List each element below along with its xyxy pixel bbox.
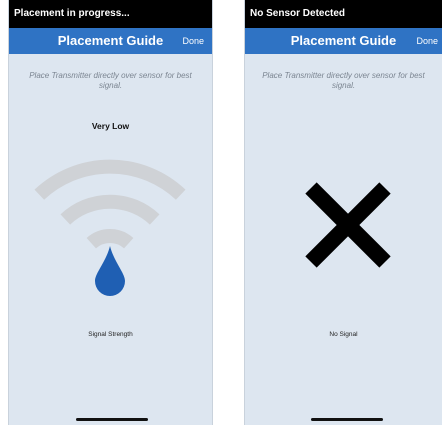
- instruction-text: Place Transmitter directly over sensor f…: [262, 71, 425, 90]
- done-button[interactable]: Done: [182, 28, 204, 54]
- x-mark-icon: [305, 182, 391, 268]
- status-text: No Sensor Detected: [250, 8, 346, 19]
- nav-title: Placement Guide: [290, 33, 397, 48]
- done-button[interactable]: Done: [416, 28, 438, 54]
- home-indicator: [76, 418, 148, 421]
- wifi-signal-with-drop-icon: [34, 159, 186, 296]
- status-bar: Placement in progress...: [9, 0, 212, 28]
- signal-level-label: Very Low: [91, 121, 130, 131]
- drop-icon: [95, 246, 125, 296]
- right-screen: No Sensor Detected Placement Guide Done …: [244, 0, 442, 425]
- left-screen: Placement in progress... Placement Guide…: [8, 0, 213, 425]
- home-indicator: [311, 418, 383, 421]
- signal-arc-inner: [86, 229, 134, 249]
- signal-strength-caption: Signal Strength: [88, 331, 133, 338]
- no-signal-caption: No Signal: [329, 331, 358, 338]
- status-text: Placement in progress...: [14, 8, 130, 19]
- signal-arc-outer: [34, 159, 186, 200]
- signal-arc-middle: [60, 194, 160, 225]
- status-bar: No Sensor Detected: [245, 0, 442, 28]
- nav-bar: Placement Guide Done: [9, 28, 212, 54]
- nav-bar: Placement Guide Done: [245, 28, 442, 54]
- instruction-text: Place Transmitter directly over sensor f…: [29, 71, 192, 90]
